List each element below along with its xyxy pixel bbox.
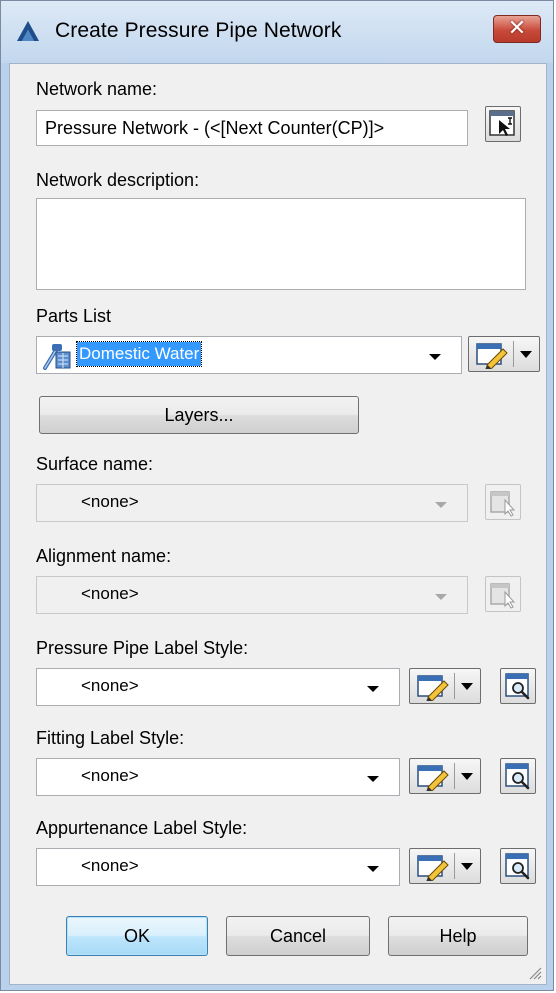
preview-magnifier-icon [505, 853, 530, 880]
edit-style-icon [417, 765, 449, 791]
split-separator [454, 853, 455, 879]
appurtenance-label-style-select[interactable]: <none> [36, 848, 400, 886]
surface-name-select[interactable]: <none> [36, 484, 468, 522]
pick-from-drawing-icon [490, 491, 516, 517]
fitting-label-style-select[interactable]: <none> [36, 758, 400, 796]
chevron-down-icon[interactable] [367, 686, 379, 692]
preview-magnifier-icon [505, 763, 530, 790]
close-icon: ✕ [507, 15, 527, 40]
alignment-name-label: Alignment name: [36, 546, 172, 566]
ok-button[interactable]: OK [66, 916, 208, 956]
dialog-body: Network name: Pressure Network - (<[Next… [9, 63, 547, 985]
pipe-label-style-value: <none> [81, 676, 139, 695]
title-bar[interactable]: Create Pressure Pipe Network ✕ [1, 1, 553, 63]
chevron-down-icon[interactable] [435, 502, 447, 508]
edit-style-icon [417, 675, 449, 701]
split-separator [513, 341, 514, 367]
cancel-button[interactable]: Cancel [226, 916, 370, 956]
alignment-name-select[interactable]: <none> [36, 576, 468, 614]
appurtenance-label-style-preview-button[interactable] [500, 848, 536, 884]
name-template-button[interactable] [485, 106, 521, 142]
fitting-label-style-edit-button[interactable] [409, 758, 481, 794]
window-title: Create Pressure Pipe Network [55, 19, 342, 42]
network-name-label: Network name: [36, 79, 158, 99]
parts-list-label: Parts List [36, 306, 112, 326]
edit-style-icon [417, 855, 449, 881]
fitting-label-style-value: <none> [81, 766, 139, 785]
network-description-input[interactable] [36, 198, 526, 290]
chevron-down-icon[interactable] [461, 683, 473, 690]
pipe-label-style-preview-button[interactable] [500, 668, 536, 704]
close-button[interactable]: ✕ [493, 15, 541, 43]
pick-from-drawing-icon [490, 583, 516, 609]
layers-button[interactable]: Layers... [39, 396, 359, 434]
civil3d-app-icon [17, 21, 39, 41]
network-name-input[interactable]: Pressure Network - (<[Next Counter(CP)]> [36, 110, 468, 146]
dialog-window: Create Pressure Pipe Network ✕ Network n… [0, 0, 554, 991]
resize-grip-icon[interactable] [526, 964, 542, 980]
chevron-down-icon[interactable] [367, 776, 379, 782]
chevron-down-icon[interactable] [461, 773, 473, 780]
pipe-label-style-edit-button[interactable] [409, 668, 481, 704]
fitting-label-style-label: Fitting Label Style: [36, 728, 185, 748]
surface-name-label: Surface name: [36, 454, 154, 474]
preview-magnifier-icon [505, 673, 530, 700]
chevron-down-icon[interactable] [435, 594, 447, 600]
name-template-icon [489, 110, 515, 136]
pipe-label-style-select[interactable]: <none> [36, 668, 400, 706]
split-separator [454, 763, 455, 789]
appurtenance-label-style-value: <none> [81, 856, 139, 875]
alignment-pick-button[interactable] [485, 576, 521, 612]
chevron-down-icon[interactable] [461, 863, 473, 870]
appurtenance-label-style-label: Appurtenance Label Style: [36, 818, 248, 838]
chevron-down-icon[interactable] [520, 351, 532, 358]
fitting-label-style-preview-button[interactable] [500, 758, 536, 794]
surface-name-value: <none> [81, 492, 139, 511]
parts-list-value: Domestic Water [75, 341, 203, 367]
pipe-label-style-label: Pressure Pipe Label Style: [36, 638, 249, 658]
network-description-label: Network description: [36, 170, 200, 190]
chevron-down-icon[interactable] [367, 866, 379, 872]
surface-pick-button[interactable] [485, 484, 521, 520]
help-button[interactable]: Help [388, 916, 528, 956]
parts-list-select[interactable]: Domestic Water [36, 336, 462, 374]
parts-list-edit-button[interactable] [468, 336, 540, 372]
split-separator [454, 673, 455, 699]
alignment-name-value: <none> [81, 584, 139, 603]
appurtenance-label-style-edit-button[interactable] [409, 848, 481, 884]
parts-list-icon [43, 344, 71, 370]
chevron-down-icon[interactable] [429, 354, 441, 360]
edit-style-icon [476, 343, 508, 369]
